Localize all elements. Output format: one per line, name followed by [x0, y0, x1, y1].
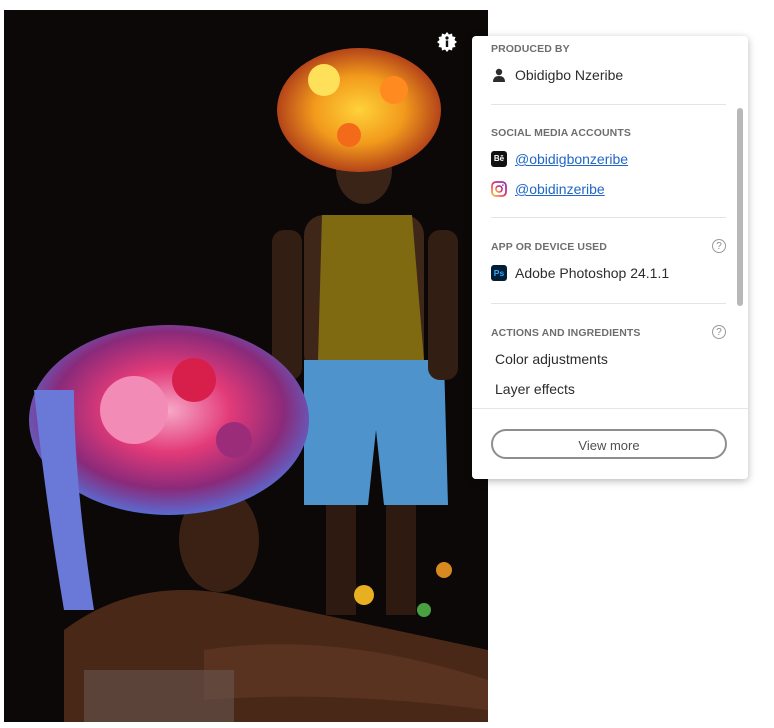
actions-ingredients-title: ACTIONS AND INGREDIENTS	[491, 327, 641, 339]
divider	[491, 217, 726, 218]
view-more-button[interactable]: View more	[491, 429, 727, 459]
person-icon	[491, 67, 507, 83]
behance-icon: Bē	[491, 151, 507, 167]
app-device-section: APP OR DEVICE USED ? Ps Adobe Photoshop …	[491, 239, 726, 284]
instagram-link[interactable]: @obidinzeribe	[515, 181, 605, 197]
panel-scrollbar[interactable]	[737, 108, 743, 306]
actions-ingredients-section: ACTIONS AND INGREDIENTS ? Color adjustme…	[491, 325, 726, 400]
content-photo	[4, 10, 488, 722]
help-icon[interactable]: ?	[712, 239, 726, 253]
social-media-title: SOCIAL MEDIA ACCOUNTS	[491, 127, 631, 139]
action-item: Layer effects	[495, 381, 575, 397]
social-media-section: SOCIAL MEDIA ACCOUNTS Bē @obidigbonzerib…	[491, 126, 726, 200]
info-icon	[437, 32, 457, 52]
social-account-instagram: @obidinzeribe	[491, 178, 726, 200]
panel-footer: View more	[472, 408, 748, 479]
produced-by-section: PRODUCED BY Obidigbo Nzeribe	[491, 42, 726, 86]
app-device-title: APP OR DEVICE USED	[491, 241, 607, 253]
photoshop-icon: Ps	[491, 265, 507, 281]
content-credentials-panel: PRODUCED BY Obidigbo Nzeribe SOCIAL MEDI…	[472, 36, 748, 479]
behance-link[interactable]: @obidigbonzeribe	[515, 151, 628, 167]
action-item: Color adjustments	[495, 351, 608, 367]
social-account-behance: Bē @obidigbonzeribe	[491, 148, 726, 170]
producer-name: Obidigbo Nzeribe	[515, 67, 624, 83]
produced-by-title: PRODUCED BY	[491, 43, 570, 55]
photo-illustration	[29, 48, 488, 722]
app-name: Adobe Photoshop 24.1.1	[515, 265, 670, 281]
content-credentials-info-button[interactable]	[437, 32, 457, 52]
divider	[491, 104, 726, 105]
divider	[491, 303, 726, 304]
instagram-icon	[491, 181, 507, 197]
help-icon[interactable]: ?	[712, 325, 726, 339]
